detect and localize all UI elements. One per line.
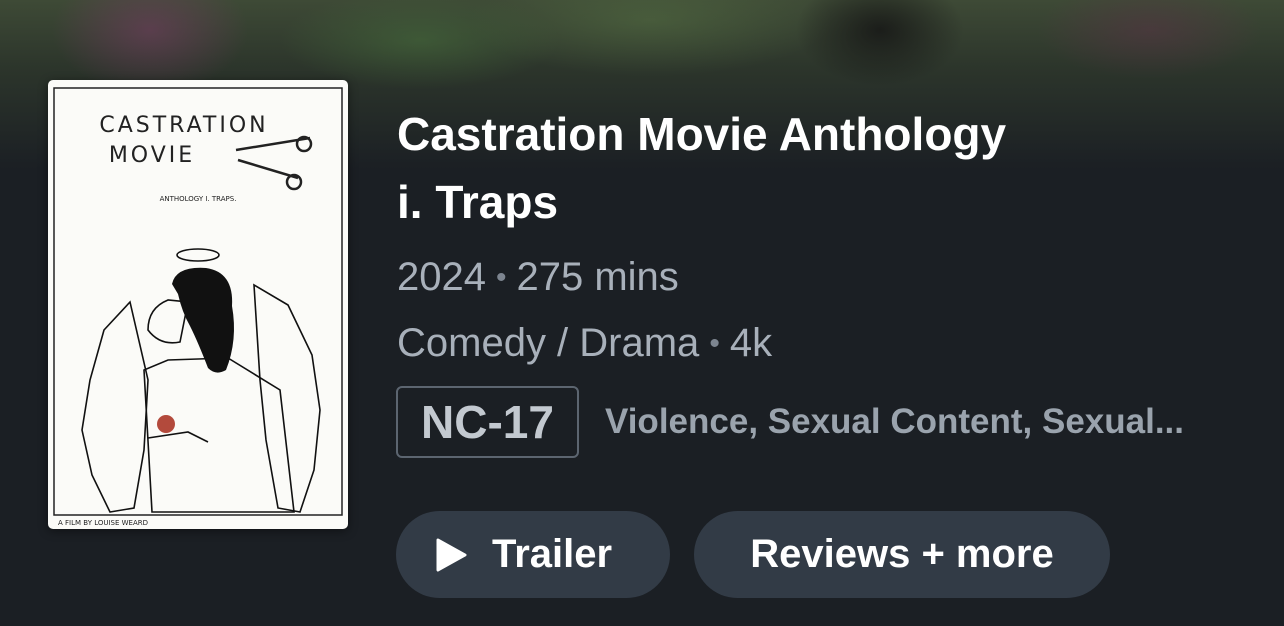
runtime: 275 mins bbox=[516, 255, 679, 299]
angel-hair bbox=[172, 267, 234, 373]
movie-title-line2: i. Traps bbox=[397, 176, 559, 228]
poster-subtitle: ANTHOLOGY I. TRAPS. bbox=[160, 195, 237, 203]
genres: Comedy / Drama bbox=[397, 321, 700, 365]
play-icon bbox=[436, 538, 467, 571]
poster-title-2: MOVIE bbox=[109, 143, 195, 168]
movie-poster[interactable]: CASTRATION MOVIE ANTHOLOGY I. TRAPS. A F… bbox=[48, 80, 348, 529]
reviews-label: Reviews + more bbox=[750, 532, 1054, 576]
poster-title-1: CASTRATION bbox=[99, 113, 268, 138]
genre-quality-row: Comedy / Drama • 4k bbox=[397, 318, 772, 372]
release-year: 2024 bbox=[397, 255, 486, 299]
movie-title: Castration Movie Anthology i. Traps bbox=[397, 100, 1157, 236]
separator-dot: • bbox=[495, 261, 507, 294]
quality-label: 4k bbox=[729, 321, 773, 365]
content-rating-badge: NC-17 bbox=[396, 386, 579, 458]
trailer-button[interactable]: Trailer bbox=[396, 511, 670, 598]
movie-title-line1: Castration Movie Anthology bbox=[397, 108, 1007, 160]
content-advisory[interactable]: Violence, Sexual Content, Sexual... bbox=[605, 398, 1245, 446]
scissors-icon bbox=[235, 135, 313, 191]
reviews-more-button[interactable]: Reviews + more bbox=[694, 511, 1110, 598]
poster-artwork: CASTRATION MOVIE ANTHOLOGY I. TRAPS. A F… bbox=[53, 87, 343, 527]
separator-dot: • bbox=[709, 327, 720, 360]
poster-credit: A FILM BY LOUISE WEARD bbox=[58, 519, 148, 527]
year-runtime-row: 2024 • 275 mins bbox=[397, 252, 679, 306]
trailer-label: Trailer bbox=[492, 532, 613, 576]
blood-splash bbox=[157, 415, 175, 433]
